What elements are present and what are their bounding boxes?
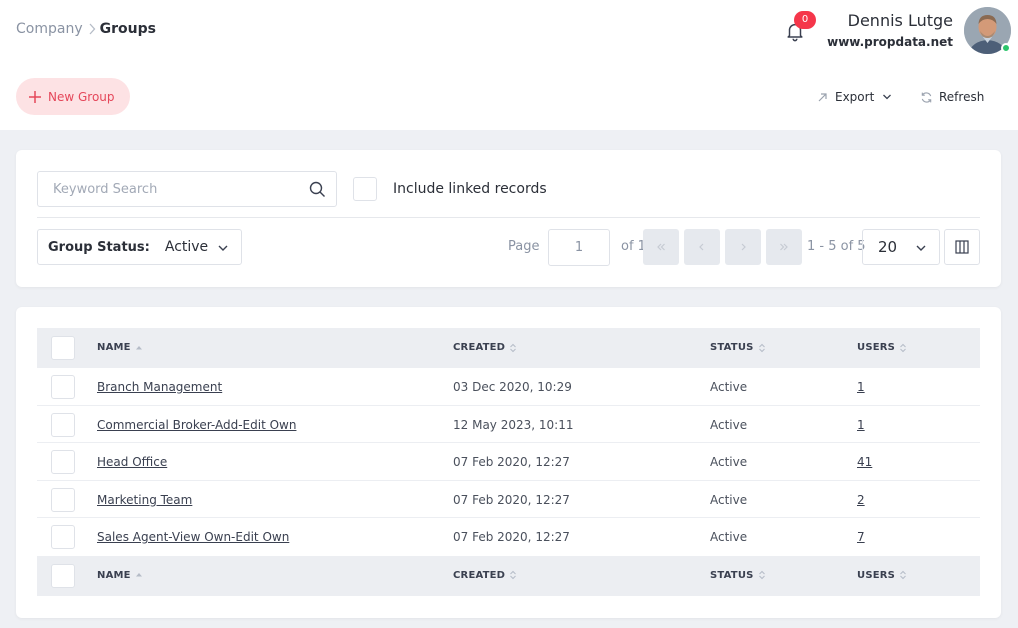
- sort-icon: [900, 343, 906, 352]
- sort-icon: [900, 570, 906, 580]
- created-date: 12 May 2023, 10:11: [453, 417, 574, 432]
- page-label: Page: [508, 239, 540, 254]
- chevron-down-icon: [883, 94, 892, 100]
- sort-icon: [510, 343, 517, 352]
- per-page-select[interactable]: 20: [862, 229, 940, 265]
- users-count-link[interactable]: 2: [857, 493, 865, 507]
- select-all-checkbox[interactable]: [51, 336, 75, 360]
- group-status-select[interactable]: Group Status: Active: [37, 229, 242, 265]
- group-name-link[interactable]: Commercial Broker-Add-Edit Own: [97, 418, 296, 432]
- row-checkbox[interactable]: [51, 412, 75, 437]
- column-header-name[interactable]: NAME: [97, 342, 143, 353]
- user-site: www.propdata.net: [827, 35, 953, 49]
- new-group-label: New Group: [48, 89, 115, 104]
- filter-panel: Include linked records Group Status: Act…: [16, 150, 1001, 287]
- row-checkbox[interactable]: [51, 450, 75, 474]
- include-linked-label: Include linked records: [393, 181, 547, 197]
- sort-icon: [758, 570, 765, 580]
- chevron-right-icon: [741, 243, 746, 251]
- group-status: Active: [710, 417, 748, 432]
- divider: [37, 217, 980, 218]
- search-box: [37, 171, 337, 207]
- export-button[interactable]: Export: [816, 88, 892, 106]
- top-header: Company Groups 0 Dennis Lutge www.propda…: [0, 0, 1018, 64]
- per-page-value: 20: [878, 238, 898, 256]
- online-status-indicator: [1001, 43, 1011, 53]
- new-group-button[interactable]: New Group: [16, 78, 130, 115]
- search-icon[interactable]: [309, 181, 326, 198]
- column-header-users[interactable]: USERS: [857, 342, 907, 353]
- group-status: Active: [710, 492, 748, 507]
- column-header-created[interactable]: CREATED: [453, 570, 517, 581]
- users-count-link[interactable]: 41: [857, 455, 872, 469]
- refresh-icon: [921, 91, 932, 103]
- select-all-checkbox[interactable]: [51, 563, 75, 588]
- users-count-link[interactable]: 1: [857, 380, 865, 394]
- column-header-created[interactable]: CREATED: [453, 342, 517, 353]
- sort-ascending-icon: [135, 345, 142, 349]
- table-row: Marketing Team 07 Feb 2020, 12:27 Active…: [37, 481, 980, 518]
- refresh-button[interactable]: Refresh: [920, 88, 984, 106]
- double-chevron-left-icon: [657, 243, 665, 251]
- refresh-label: Refresh: [939, 90, 985, 104]
- previous-page-button[interactable]: [684, 229, 720, 265]
- user-name: Dennis Lutge: [847, 11, 953, 30]
- created-date: 07 Feb 2020, 12:27: [453, 492, 570, 507]
- table-row: Head Office 07 Feb 2020, 12:27 Active 41: [37, 443, 980, 481]
- group-name-link[interactable]: Head Office: [97, 455, 167, 469]
- action-bar: New Group Export Refresh: [0, 64, 1018, 130]
- column-header-name[interactable]: NAME: [97, 570, 143, 581]
- first-page-button[interactable]: [643, 229, 679, 265]
- column-header-status[interactable]: STATUS: [710, 342, 766, 353]
- sort-icon: [510, 570, 517, 580]
- column-header-users[interactable]: USERS: [857, 570, 907, 581]
- group-status: Active: [710, 380, 748, 394]
- table-footer: NAME CREATED STATUS USERS: [37, 555, 980, 596]
- export-arrow-icon: [818, 92, 827, 101]
- plus-icon: [29, 90, 41, 103]
- groups-table: NAME CREATED STATUS USERS Branch Managem…: [37, 328, 980, 596]
- table-row: Commercial Broker-Add-Edit Own 12 May 20…: [37, 406, 980, 443]
- table-row: Branch Management 03 Dec 2020, 10:29 Act…: [37, 368, 980, 406]
- chevron-down-icon: [218, 245, 228, 251]
- column-header-status[interactable]: STATUS: [710, 570, 766, 581]
- chevron-down-icon: [916, 245, 926, 251]
- columns-icon: [955, 240, 969, 254]
- group-status-value: Active: [164, 239, 209, 255]
- group-name-link[interactable]: Sales Agent-View Own-Edit Own: [97, 530, 289, 544]
- sort-icon: [758, 343, 765, 352]
- group-status-label: Group Status:: [48, 239, 150, 255]
- sort-ascending-icon: [135, 573, 142, 577]
- last-page-button[interactable]: [766, 229, 802, 265]
- row-checkbox[interactable]: [51, 375, 75, 399]
- notification-badge: 0: [794, 11, 816, 29]
- row-checkbox[interactable]: [51, 525, 75, 549]
- group-status: Active: [710, 455, 748, 469]
- table-row: Sales Agent-View Own-Edit Own 07 Feb 202…: [37, 518, 980, 556]
- created-date: 03 Dec 2020, 10:29: [453, 380, 572, 394]
- chevron-left-icon: [699, 243, 704, 251]
- double-chevron-right-icon: [780, 243, 788, 251]
- created-date: 07 Feb 2020, 12:27: [453, 530, 570, 544]
- search-input[interactable]: [38, 172, 298, 206]
- row-checkbox[interactable]: [51, 487, 75, 512]
- export-label: Export: [835, 90, 875, 104]
- groups-table-panel: NAME CREATED STATUS USERS Branch Managem…: [16, 307, 1001, 618]
- users-count-link[interactable]: 1: [857, 418, 865, 432]
- group-name-link[interactable]: Branch Management: [97, 380, 222, 394]
- users-count-link[interactable]: 7: [857, 530, 865, 544]
- page-number-input[interactable]: 1: [548, 229, 610, 266]
- breadcrumb-company-link[interactable]: Company: [16, 21, 83, 37]
- breadcrumb: Company Groups: [16, 21, 156, 37]
- page-title: Groups: [99, 21, 156, 37]
- results-range-label: 1 - 5 of 5: [807, 239, 866, 254]
- group-status: Active: [710, 530, 748, 544]
- include-linked-checkbox[interactable]: [353, 177, 377, 201]
- group-name-link[interactable]: Marketing Team: [97, 493, 192, 507]
- next-page-button[interactable]: [725, 229, 761, 265]
- chevron-right-icon: [89, 23, 95, 35]
- table-header: NAME CREATED STATUS USERS: [37, 328, 980, 368]
- column-settings-button[interactable]: [944, 229, 980, 265]
- created-date: 07 Feb 2020, 12:27: [453, 455, 570, 469]
